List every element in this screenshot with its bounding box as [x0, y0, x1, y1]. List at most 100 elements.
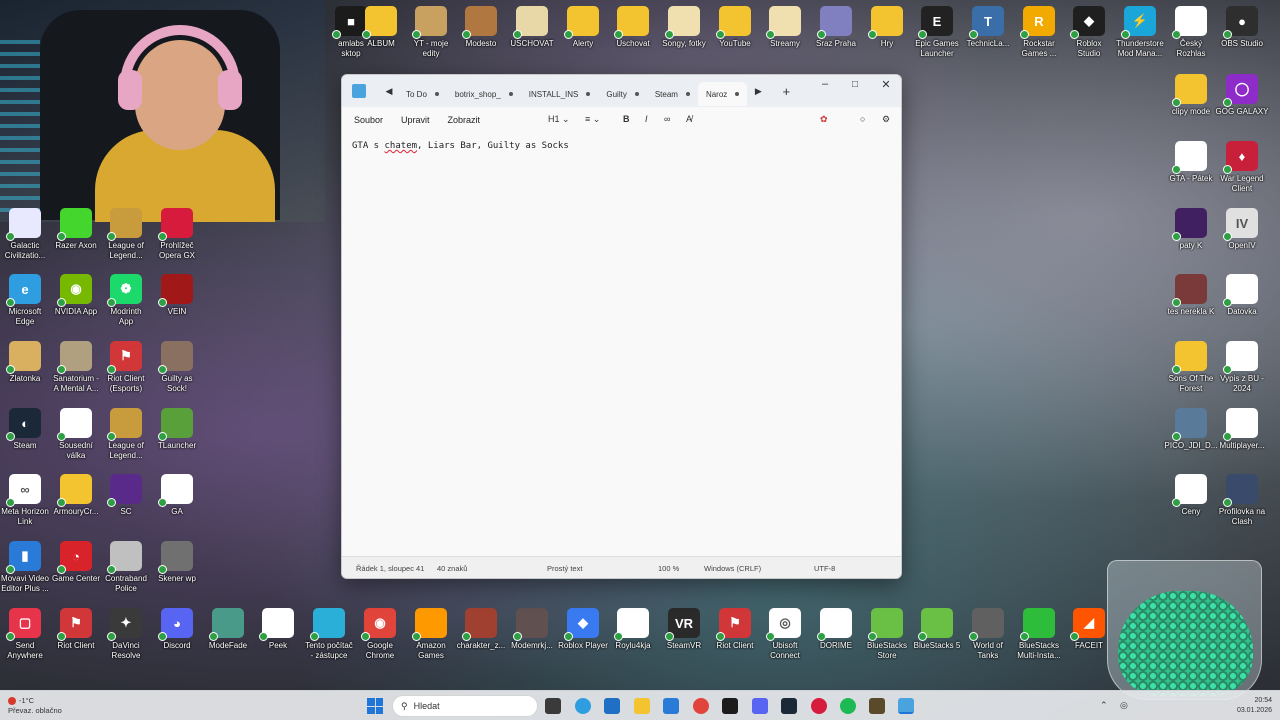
- tab-scroll-left-icon[interactable]: ◀: [380, 86, 398, 97]
- desktop-icon[interactable]: Ceny: [1162, 474, 1220, 517]
- streamlabs-taskbar-icon[interactable]: [722, 698, 738, 714]
- desktop-icon[interactable]: Tento počítač - zástupce: [300, 608, 358, 661]
- opera-gx-taskbar-icon[interactable]: [811, 698, 827, 714]
- desktop-icon[interactable]: Uschovat: [604, 6, 662, 49]
- desktop-icon[interactable]: tes nerekla K: [1162, 274, 1220, 317]
- desktop-icon[interactable]: ✦ DaVinci Resolve: [97, 608, 155, 661]
- new-tab-icon[interactable]: +: [777, 84, 795, 99]
- store-taskbar-icon[interactable]: [604, 698, 620, 714]
- desktop-icon[interactable]: VR SteamVR: [655, 608, 713, 651]
- desktop-icon[interactable]: Zlatonka: [0, 341, 54, 384]
- notepad-tab[interactable]: INSTALL_INS: [521, 82, 599, 106]
- desktop-icon[interactable]: ▮ Movavi Video Editor Plus ...: [0, 541, 54, 594]
- desktop-icon[interactable]: ◉ Google Chrome: [351, 608, 409, 661]
- desktop-icon[interactable]: paty K: [1162, 208, 1220, 251]
- desktop-icon[interactable]: ∞ Meta Horizon Link: [0, 474, 54, 527]
- start-button-icon[interactable]: [367, 698, 383, 714]
- desktop-icon[interactable]: ▢ Send Anywhere: [0, 608, 54, 661]
- desktop-icon[interactable]: Guilty as Sock!: [148, 341, 206, 394]
- notepad-tab[interactable]: To Do: [398, 82, 447, 106]
- notepad-tab[interactable]: botrix_shop_: [447, 82, 521, 106]
- desktop-icon[interactable]: VEIN: [148, 274, 206, 317]
- menu-edit[interactable]: Upravit: [401, 115, 430, 125]
- notepad-tab[interactable]: Steam: [647, 82, 698, 106]
- file-explorer-taskbar-icon[interactable]: [634, 698, 650, 714]
- desktop-icon[interactable]: PICO_JDI_D...: [1162, 408, 1220, 451]
- system-clock[interactable]: 20:54 03.01.2026: [1237, 696, 1272, 716]
- desktop-icon[interactable]: ❁ Modrinth App: [97, 274, 155, 327]
- desktop-icon[interactable]: Vypis z BU - 2024: [1213, 341, 1271, 394]
- unsaved-dot-icon[interactable]: [586, 92, 591, 96]
- desktop-icon[interactable]: Skener wp: [148, 541, 206, 584]
- steam-taskbar-icon[interactable]: [781, 698, 797, 714]
- desktop-icon[interactable]: Roylu4kja: [604, 608, 662, 651]
- discord-taskbar-icon[interactable]: [752, 698, 768, 714]
- desktop-icon[interactable]: ♦ War Legend Client: [1213, 141, 1271, 194]
- desktop-icon[interactable]: Sons Of The Forest: [1162, 341, 1220, 394]
- desktop-icon[interactable]: charakter_z...: [452, 608, 510, 651]
- edge-taskbar-icon[interactable]: [575, 698, 591, 714]
- desktop-icon[interactable]: ◆ Roblox Studio: [1060, 6, 1118, 59]
- status-encoding[interactable]: UTF-8: [814, 564, 835, 573]
- weather-widget[interactable]: -1°C Převaz. oblačno: [8, 696, 62, 716]
- desktop-icon[interactable]: DORIME: [807, 608, 865, 651]
- tab-scroll-right-icon[interactable]: ▶: [749, 86, 767, 97]
- notepad-tab[interactable]: Guilty: [598, 82, 646, 106]
- heading-dropdown[interactable]: H1 ⌄: [548, 114, 570, 125]
- desktop-icon[interactable]: Profilovka na Clash: [1213, 474, 1271, 527]
- desktop-icon[interactable]: Peek: [249, 608, 307, 651]
- desktop-icon[interactable]: ⚑ Riot Client (Esports): [97, 341, 155, 394]
- desktop-icon[interactable]: ◕ Discord: [148, 608, 206, 651]
- desktop-icon[interactable]: ◎ Ubisoft Connect: [756, 608, 814, 661]
- italic-icon[interactable]: I: [645, 114, 648, 124]
- unsaved-dot-icon[interactable]: [634, 92, 639, 96]
- tray-overflow-icon[interactable]: ⌃: [1100, 700, 1108, 711]
- minimize-icon[interactable]: –: [810, 75, 840, 93]
- spotify-taskbar-icon[interactable]: [840, 698, 856, 714]
- desktop-icon[interactable]: League of Legend...: [97, 408, 155, 461]
- desktop-icon[interactable]: clipy mode: [1162, 74, 1220, 117]
- desktop-icon[interactable]: Datovka: [1213, 274, 1271, 317]
- desktop-icon[interactable]: T TechnicLa...: [959, 6, 1017, 49]
- desktop-icon[interactable]: Modesto: [452, 6, 510, 49]
- desktop-icon[interactable]: Songy, fotky: [655, 6, 713, 49]
- copilot-icon[interactable]: ✿: [820, 114, 828, 125]
- status-line-ending[interactable]: Windows (CRLF): [704, 564, 761, 573]
- taskbar-search-input[interactable]: ⚲ Hledat: [392, 695, 538, 717]
- outlook-taskbar-icon[interactable]: [663, 698, 679, 714]
- link-icon[interactable]: ∞: [664, 114, 670, 124]
- task-view-icon[interactable]: [545, 698, 561, 714]
- desktop-icon[interactable]: IV OpenIV: [1213, 208, 1271, 251]
- desktop-icon[interactable]: Streamy: [756, 6, 814, 49]
- menu-view[interactable]: Zobrazit: [448, 115, 481, 125]
- desktop-icon[interactable]: Sraz Praha: [807, 6, 865, 49]
- desktop-icon[interactable]: TLauncher: [148, 408, 206, 451]
- desktop-icon[interactable]: ◐ Steam: [0, 408, 54, 451]
- unsaved-dot-icon[interactable]: [735, 92, 740, 96]
- unsaved-dot-icon[interactable]: [508, 92, 513, 96]
- desktop-icon[interactable]: World of Tanks: [959, 608, 1017, 661]
- close-icon[interactable]: ✕: [871, 75, 901, 93]
- desktop-icon[interactable]: Contraband Police: [97, 541, 155, 594]
- maximize-icon[interactable]: □: [840, 75, 870, 93]
- desktop-icon[interactable]: ◯ GOG GALAXY: [1213, 74, 1271, 117]
- desktop-icon[interactable]: League of Legend...: [97, 208, 155, 261]
- desktop-icon[interactable]: USCHOVAT: [503, 6, 561, 49]
- list-dropdown-icon[interactable]: ≡ ⌄: [585, 114, 600, 125]
- status-text-format[interactable]: Prostý text: [547, 564, 582, 573]
- desktop-icon[interactable]: SC: [97, 474, 155, 517]
- network-icon[interactable]: ◎: [1120, 700, 1128, 711]
- desktop-icon[interactable]: BlueStacks 5: [908, 608, 966, 651]
- desktop-icon[interactable]: Multiplayer...: [1213, 408, 1271, 451]
- notepad-tab[interactable]: Naroz: [697, 82, 748, 106]
- clear-formatting-icon[interactable]: A̸: [686, 114, 692, 124]
- unsaved-dot-icon[interactable]: [434, 92, 439, 96]
- desktop-icon[interactable]: Galactic Civilizatio...: [0, 208, 54, 261]
- desktop-icon[interactable]: ⚡ Thunderstore Mod Mana...: [1111, 6, 1169, 59]
- menu-file[interactable]: Soubor: [354, 115, 383, 125]
- app-taskbar-icon[interactable]: [869, 698, 885, 714]
- desktop-icon[interactable]: GA: [148, 474, 206, 517]
- desktop-icon[interactable]: GTA - Pátek: [1162, 141, 1220, 184]
- desktop-icon[interactable]: Český Rozhlas: [1162, 6, 1220, 59]
- chrome-taskbar-icon[interactable]: [693, 698, 709, 714]
